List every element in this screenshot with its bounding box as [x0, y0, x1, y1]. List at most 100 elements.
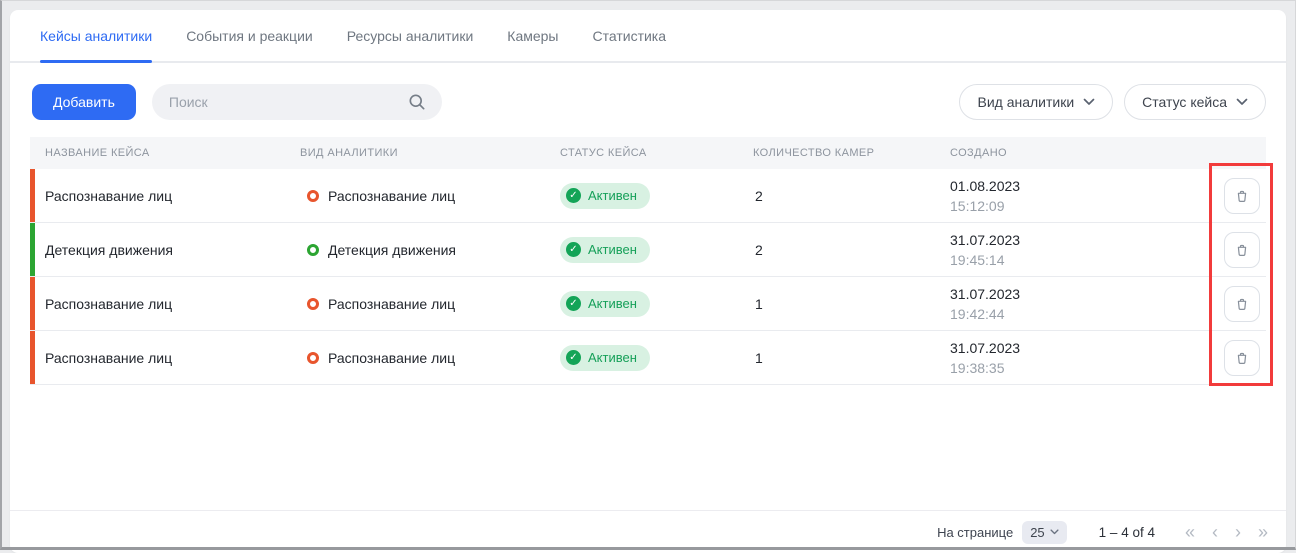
actions-cell: [1193, 286, 1266, 322]
analytics-type-icon: [307, 244, 319, 256]
analytics-type-cell: Распознавание лиц: [300, 350, 560, 366]
delete-case-button[interactable]: [1224, 232, 1260, 268]
filter-case-status-label: Статус кейса: [1142, 94, 1227, 110]
first-page-button[interactable]: «: [1185, 523, 1195, 541]
analytics-type-label: Детекция движения: [328, 242, 456, 258]
tab-analytics-resources[interactable]: Ресурсы аналитики: [347, 28, 474, 61]
tab-events-reactions[interactable]: События и реакции: [186, 28, 313, 61]
column-header-status: Статус кейса: [560, 147, 753, 159]
actions-cell: [1193, 232, 1266, 268]
created-date: 31.07.2023: [950, 338, 1193, 358]
analytics-type-label: Распознавание лиц: [328, 296, 455, 312]
status-cell: ✓ Активен: [560, 183, 753, 209]
status-cell: ✓ Активен: [560, 345, 753, 371]
created-cell: 31.07.2023 19:42:44: [950, 284, 1193, 324]
delete-case-button[interactable]: [1224, 340, 1260, 376]
status-label: Активен: [588, 296, 637, 311]
status-cell: ✓ Активен: [560, 237, 753, 263]
analytics-type-icon: [307, 298, 319, 310]
analytics-type-label: Распознавание лиц: [328, 350, 455, 366]
analytics-type-icon: [307, 190, 319, 202]
column-header-cameras: Количество камер: [753, 147, 950, 159]
table-header-row: Название кейса Вид аналитики Статус кейс…: [30, 137, 1266, 169]
analytics-type-cell: Детекция движения: [300, 242, 560, 258]
add-case-button[interactable]: Добавить: [32, 84, 136, 120]
case-name: Распознавание лиц: [35, 188, 300, 204]
filter-analytics-type[interactable]: Вид аналитики: [959, 84, 1113, 120]
analytics-type-label: Распознавание лиц: [328, 188, 455, 204]
status-cell: ✓ Активен: [560, 291, 753, 317]
cameras-count: 2: [753, 188, 950, 204]
trash-icon: [1233, 241, 1251, 259]
delete-case-button[interactable]: [1224, 178, 1260, 214]
check-circle-icon: ✓: [566, 296, 581, 311]
analytics-cases-panel: Кейсы аналитики События и реакции Ресурс…: [10, 10, 1286, 553]
tab-bar: Кейсы аналитики События и реакции Ресурс…: [10, 10, 1286, 63]
pagination-range: 1 – 4 of 4: [1099, 525, 1155, 540]
per-page-select[interactable]: 25: [1022, 521, 1066, 544]
created-cell: 31.07.2023 19:38:35: [950, 338, 1193, 378]
cameras-count: 1: [753, 350, 950, 366]
table-row[interactable]: Распознавание лиц Распознавание лиц ✓ Ак…: [30, 277, 1266, 331]
per-page-label: На странице: [937, 525, 1013, 540]
status-label: Активен: [588, 188, 637, 203]
last-page-button[interactable]: »: [1258, 523, 1268, 541]
table-row[interactable]: Детекция движения Детекция движения ✓ Ак…: [30, 223, 1266, 277]
created-cell: 01.08.2023 15:12:09: [950, 176, 1193, 216]
case-name: Распознавание лиц: [35, 350, 300, 366]
prev-page-button[interactable]: ‹: [1212, 523, 1218, 541]
delete-case-button[interactable]: [1224, 286, 1260, 322]
status-badge: ✓ Активен: [560, 291, 650, 317]
per-page-value: 25: [1030, 525, 1044, 540]
pagination-bar: На странице 25 1 – 4 of 4 « ‹ › »: [10, 510, 1286, 553]
chevron-down-icon: [1050, 529, 1059, 535]
status-badge: ✓ Активен: [560, 345, 650, 371]
filter-case-status[interactable]: Статус кейса: [1124, 84, 1266, 120]
filter-analytics-type-label: Вид аналитики: [977, 94, 1074, 110]
table-body: Распознавание лиц Распознавание лиц ✓ Ак…: [30, 169, 1266, 385]
created-time: 19:42:44: [950, 304, 1193, 324]
pager-controls: « ‹ › »: [1185, 523, 1268, 541]
chevron-down-icon: [1236, 98, 1248, 106]
status-badge: ✓ Активен: [560, 183, 650, 209]
check-circle-icon: ✓: [566, 242, 581, 257]
tab-cameras[interactable]: Камеры: [507, 28, 558, 61]
cases-table: Название кейса Вид аналитики Статус кейс…: [30, 137, 1266, 385]
column-header-created: Создано: [950, 147, 1188, 159]
trash-icon: [1233, 349, 1251, 367]
toolbar: Добавить Вид аналитики Статус кейса: [32, 84, 1266, 120]
chevron-down-icon: [1083, 98, 1095, 106]
status-label: Активен: [588, 350, 637, 365]
analytics-type-cell: Распознавание лиц: [300, 296, 560, 312]
table-row[interactable]: Распознавание лиц Распознавание лиц ✓ Ак…: [30, 169, 1266, 223]
analytics-type-cell: Распознавание лиц: [300, 188, 560, 204]
created-time: 19:45:14: [950, 250, 1193, 270]
table-row[interactable]: Распознавание лиц Распознавание лиц ✓ Ак…: [30, 331, 1266, 385]
check-circle-icon: ✓: [566, 188, 581, 203]
cameras-count: 2: [753, 242, 950, 258]
actions-cell: [1193, 178, 1266, 214]
actions-cell: [1193, 340, 1266, 376]
next-page-button[interactable]: ›: [1235, 523, 1241, 541]
trash-icon: [1233, 187, 1251, 205]
search-input[interactable]: [152, 84, 442, 120]
tab-statistics[interactable]: Статистика: [593, 28, 667, 61]
created-time: 19:38:35: [950, 358, 1193, 378]
analytics-type-icon: [307, 352, 319, 364]
check-circle-icon: ✓: [566, 350, 581, 365]
case-name: Детекция движения: [35, 242, 300, 258]
created-time: 15:12:09: [950, 196, 1193, 216]
case-name: Распознавание лиц: [35, 296, 300, 312]
trash-icon: [1233, 295, 1251, 313]
created-date: 01.08.2023: [950, 176, 1193, 196]
tab-analytics-cases[interactable]: Кейсы аналитики: [40, 28, 152, 61]
column-header-type: Вид аналитики: [300, 147, 560, 159]
search-icon: [407, 92, 427, 112]
created-date: 31.07.2023: [950, 230, 1193, 250]
cameras-count: 1: [753, 296, 950, 312]
created-cell: 31.07.2023 19:45:14: [950, 230, 1193, 270]
column-header-name: Название кейса: [30, 147, 300, 159]
status-label: Активен: [588, 242, 637, 257]
search-field-wrap: [152, 84, 442, 120]
status-badge: ✓ Активен: [560, 237, 650, 263]
